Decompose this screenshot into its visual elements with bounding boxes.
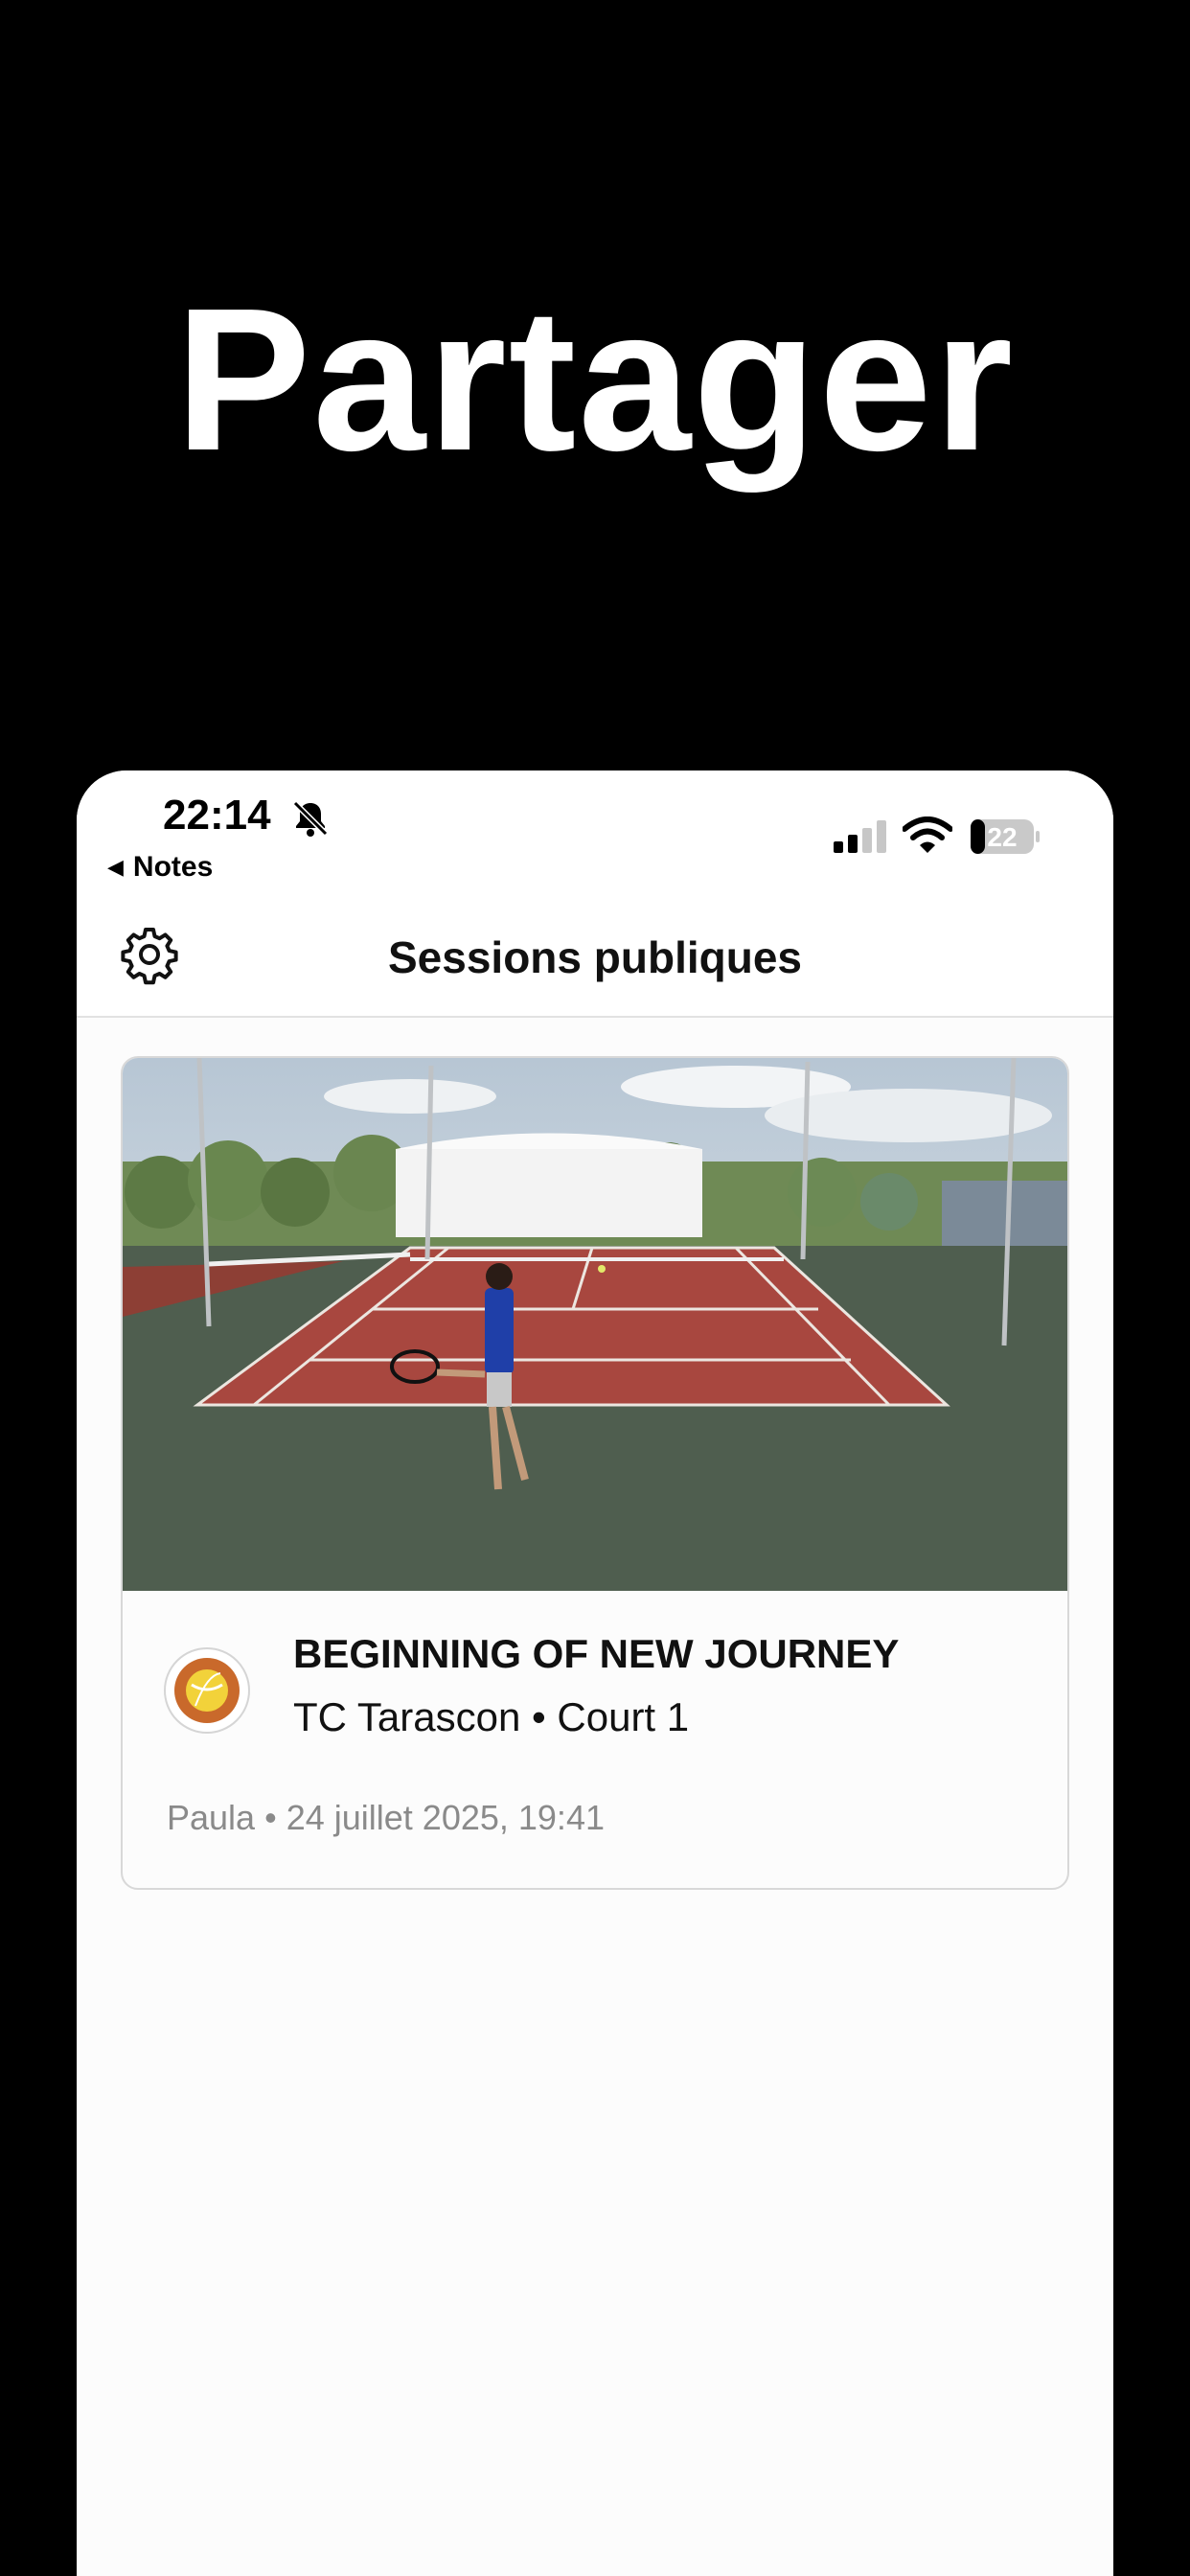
- hero-title: Partager: [174, 265, 1016, 493]
- bell-slash-icon: [292, 800, 329, 837]
- nav-bar: Sessions publiques: [77, 895, 1113, 1018]
- session-author: Paula: [167, 1798, 256, 1837]
- status-time: 22:14: [163, 792, 271, 839]
- court-name: Court 1: [557, 1694, 690, 1739]
- session-date: 24 juillet 2025, 19:41: [286, 1798, 605, 1837]
- back-to-notes[interactable]: ◀ Notes: [107, 851, 213, 884]
- separator-dot: •: [264, 1798, 277, 1837]
- signal-icon: [834, 820, 886, 853]
- separator-dot: •: [532, 1694, 546, 1739]
- back-label: Notes: [132, 851, 214, 883]
- session-card[interactable]: BEGINNING OF NEW JOURNEY TC Tarascon • C…: [121, 1056, 1069, 1890]
- club-logo-icon: [164, 1647, 250, 1734]
- page-title: Sessions publiques: [388, 932, 802, 982]
- session-thumbnail: [123, 1058, 1067, 1591]
- phone-screen: 22:14 ◀ Notes 22 Sessions publiques BEGI…: [77, 770, 1113, 2576]
- session-title: BEGINNING OF NEW JOURNEY: [293, 1631, 900, 1676]
- session-location: TC Tarascon • Court 1: [293, 1694, 689, 1740]
- session-meta: Paula • 24 juillet 2025, 19:41: [167, 1798, 605, 1838]
- back-triangle-icon: ◀: [107, 855, 124, 879]
- battery-icon: 22: [971, 819, 1040, 854]
- status-bar: 22:14 ◀ Notes 22: [77, 770, 1113, 895]
- wifi-icon: [903, 816, 952, 853]
- club-name: TC Tarascon: [293, 1694, 521, 1739]
- battery-level: 22: [987, 822, 1017, 852]
